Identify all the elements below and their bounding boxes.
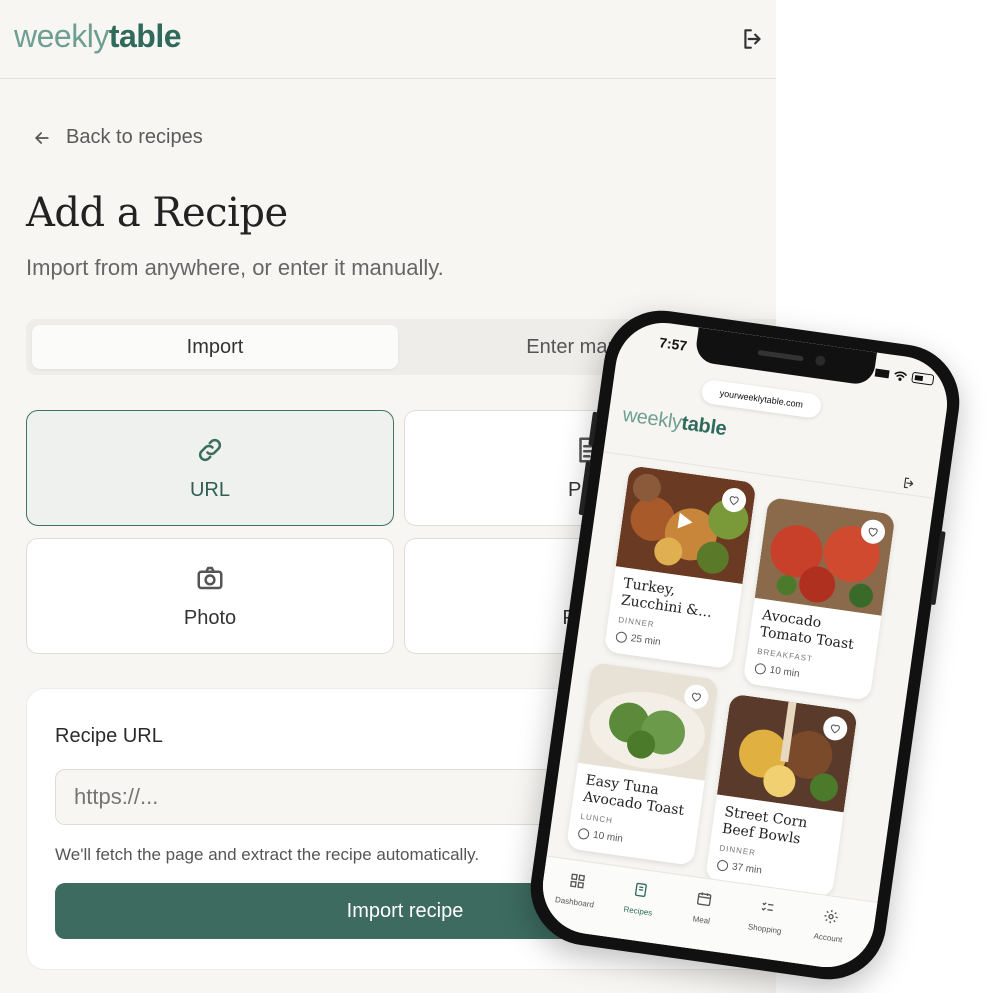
recipe-time: 10 min — [754, 662, 800, 680]
calendar-icon — [697, 892, 712, 907]
weeklytable-logo[interactable]: weeklytable — [14, 18, 182, 55]
recipe-meal: BREAKFAST — [756, 646, 814, 664]
recipe-photo — [754, 496, 896, 616]
recipe-card[interactable]: Turkey, Zucchini &... DINNER 25 min — [603, 465, 757, 670]
back-to-recipes-link[interactable]: Back to recipes — [32, 126, 203, 149]
page-title: Add a Recipe — [26, 190, 288, 236]
recipe-book-icon — [634, 882, 647, 897]
phone-time: 7:57 — [658, 334, 689, 354]
option-photo[interactable]: Photo — [26, 538, 394, 654]
option-url[interactable]: URL — [26, 410, 394, 526]
phone-address-bar[interactable]: yourweeklytable.com — [700, 378, 823, 420]
checklist-icon — [761, 902, 774, 912]
recipe-url-help: We'll fetch the page and extract the rec… — [55, 845, 480, 864]
recipe-meal: DINNER — [617, 615, 656, 630]
nav-dashboard[interactable]: Dashboard — [546, 869, 606, 910]
recipe-meal: DINNER — [718, 843, 757, 858]
clock-icon — [615, 631, 628, 644]
tab-import[interactable]: Import — [32, 325, 398, 369]
play-icon — [677, 512, 694, 531]
signal-icon — [874, 368, 890, 378]
nav-meal[interactable]: Meal — [673, 887, 733, 928]
option-url-label: URL — [189, 479, 230, 501]
recipe-time: 25 min — [615, 631, 661, 648]
camera-icon — [197, 566, 223, 590]
gear-icon — [824, 909, 838, 924]
wifi-icon — [894, 370, 907, 381]
clock-icon — [754, 662, 767, 676]
phone-logout-icon[interactable] — [901, 475, 917, 491]
option-photo-label: Photo — [183, 607, 237, 629]
page-subtitle: Import from anywhere, or enter it manual… — [26, 255, 444, 280]
nav-recipes[interactable]: Recipes — [610, 878, 670, 919]
clock-icon — [716, 859, 729, 872]
recipe-photo — [716, 693, 858, 813]
top-bar: weeklytable — [0, 0, 776, 79]
nav-account[interactable]: Account — [800, 905, 860, 946]
recipe-card[interactable]: Avocado Tomato Toast BREAKFAST 10 min — [742, 496, 896, 701]
arrow-left-icon — [35, 131, 49, 144]
phone-notch — [694, 327, 877, 387]
phone-logo: weeklytable — [621, 403, 728, 441]
recipe-time: 37 min — [716, 859, 762, 876]
link-icon — [198, 438, 222, 462]
recipe-url-label: Recipe URL — [55, 725, 163, 747]
recipe-time: 10 min — [577, 827, 624, 845]
phone-power-button — [930, 531, 946, 606]
recipe-card[interactable]: Easy Tuna Avocado Toast LUNCH 10 min — [565, 661, 719, 866]
back-label: Back to recipes — [66, 126, 203, 148]
nav-shopping[interactable]: Shopping — [736, 896, 796, 937]
grid-icon — [569, 873, 586, 889]
recipe-meal: LUNCH — [579, 811, 614, 826]
clock-icon — [577, 827, 590, 841]
recipe-card[interactable]: Street Corn Beef Bowls DINNER 37 min — [704, 693, 858, 898]
battery-icon — [911, 371, 935, 386]
phone-screen: 7:57 yourweeklytable.com weeklytable Tur… — [536, 316, 954, 974]
recipe-photo — [577, 661, 719, 781]
logout-icon[interactable] — [740, 26, 766, 52]
phone-status-icons — [874, 367, 935, 386]
